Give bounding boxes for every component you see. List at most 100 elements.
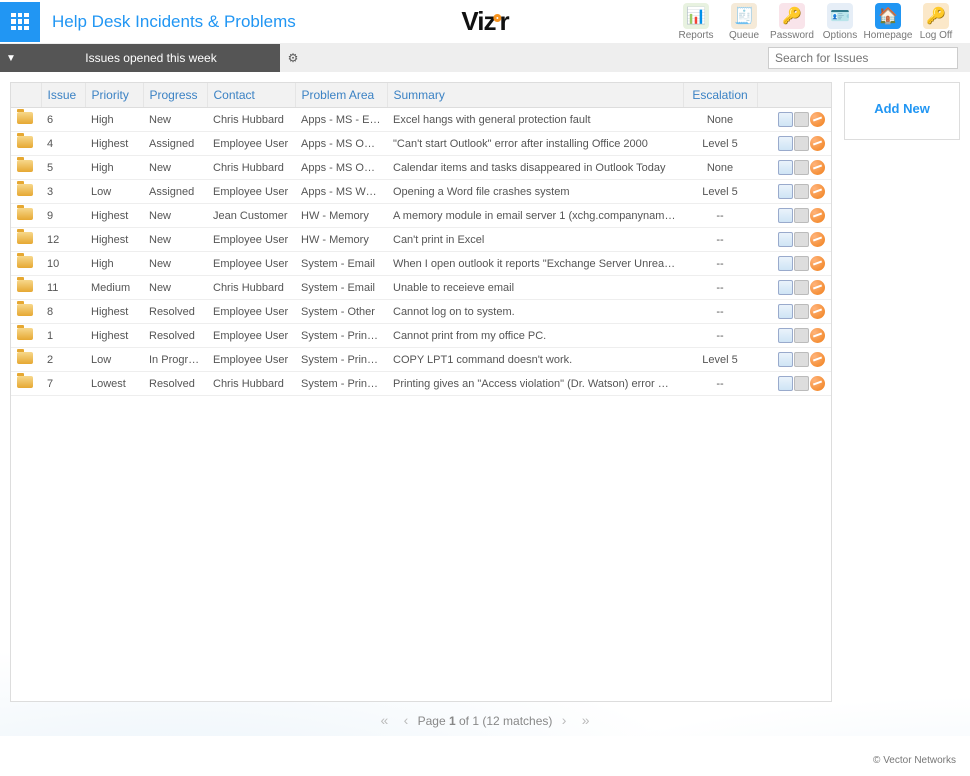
delete-icon[interactable]: [810, 304, 825, 319]
toolbar-homepage-button[interactable]: 🏠Homepage: [864, 1, 912, 43]
cell-area: HW - Memory: [295, 204, 387, 228]
cell-area: Apps - MS Outlook: [295, 132, 387, 156]
cell-progress: New: [143, 276, 207, 300]
cell-area: Apps - MS Outlook: [295, 156, 387, 180]
copy-icon[interactable]: [778, 160, 793, 175]
print-icon[interactable]: [794, 256, 809, 271]
toolbar-label: Queue: [729, 30, 759, 41]
gear-icon: ⚙: [288, 51, 299, 65]
cell-contact: Employee User: [207, 228, 295, 252]
table-row[interactable]: 4HighestAssignedEmployee UserApps - MS O…: [11, 132, 831, 156]
col-header[interactable]: Problem Area: [295, 83, 387, 108]
delete-icon[interactable]: [810, 112, 825, 127]
col-header[interactable]: Progress: [143, 83, 207, 108]
col-header[interactable]: Summary: [387, 83, 683, 108]
toolbar-options-button[interactable]: 🪪Options: [816, 1, 864, 43]
print-icon[interactable]: [794, 232, 809, 247]
issues-table-container: IssuePriorityProgressContactProblem Area…: [10, 82, 832, 702]
table-row[interactable]: 5HighNewChris HubbardApps - MS OutlookCa…: [11, 156, 831, 180]
print-icon[interactable]: [794, 280, 809, 295]
toolbar-reports-button[interactable]: 📊Reports: [672, 1, 720, 43]
filter-dropdown[interactable]: ▼ Issues opened this week: [0, 44, 280, 72]
toolbar-password-button[interactable]: 🔑Password: [768, 1, 816, 43]
print-icon[interactable]: [794, 304, 809, 319]
copy-icon[interactable]: [778, 256, 793, 271]
delete-icon[interactable]: [810, 160, 825, 175]
copy-icon[interactable]: [778, 352, 793, 367]
cell-escalation: None: [683, 156, 757, 180]
table-row[interactable]: 1HighestResolvedEmployee UserSystem - Pr…: [11, 324, 831, 348]
filter-bar: ▼ Issues opened this week ⚙: [0, 44, 970, 72]
cell-priority: Low: [85, 348, 143, 372]
col-header[interactable]: [11, 83, 41, 108]
cell-summary: Cannot print from my office PC.: [387, 324, 683, 348]
cell-contact: Chris Hubbard: [207, 108, 295, 132]
copy-icon[interactable]: [778, 112, 793, 127]
apps-menu-button[interactable]: [0, 2, 40, 42]
copy-icon[interactable]: [778, 280, 793, 295]
pager: « ‹ Page 1 of 1 (12 matches) › »: [0, 712, 970, 728]
cell-contact: Employee User: [207, 180, 295, 204]
cell-contact: Employee User: [207, 132, 295, 156]
delete-icon[interactable]: [810, 376, 825, 391]
cell-area: System - Printing: [295, 324, 387, 348]
toolbar-logoff-button[interactable]: 🔑Log Off: [912, 1, 960, 43]
print-icon[interactable]: [794, 136, 809, 151]
print-icon[interactable]: [794, 184, 809, 199]
col-header[interactable]: [757, 83, 831, 108]
pager-prev-button[interactable]: ‹: [398, 712, 415, 728]
cell-priority: High: [85, 252, 143, 276]
table-row[interactable]: 9HighestNewJean CustomerHW - MemoryA mem…: [11, 204, 831, 228]
col-header[interactable]: Escalation: [683, 83, 757, 108]
copy-icon[interactable]: [778, 232, 793, 247]
copy-icon[interactable]: [778, 136, 793, 151]
search-input[interactable]: [768, 47, 958, 69]
logoff-icon: 🔑: [923, 3, 949, 29]
toolbar-label: Reports: [678, 30, 713, 41]
cell-issue: 4: [41, 132, 85, 156]
table-row[interactable]: 11MediumNewChris HubbardSystem - EmailUn…: [11, 276, 831, 300]
table-row[interactable]: 8HighestResolvedEmployee UserSystem - Ot…: [11, 300, 831, 324]
filter-settings-button[interactable]: ⚙: [280, 44, 306, 72]
print-icon[interactable]: [794, 112, 809, 127]
delete-icon[interactable]: [810, 184, 825, 199]
copy-icon[interactable]: [778, 208, 793, 223]
col-header[interactable]: Contact: [207, 83, 295, 108]
add-new-button[interactable]: Add New: [849, 101, 955, 116]
cell-area: System - Printing: [295, 372, 387, 396]
cell-summary: Can't print in Excel: [387, 228, 683, 252]
delete-icon[interactable]: [810, 280, 825, 295]
print-icon[interactable]: [794, 376, 809, 391]
cell-issue: 12: [41, 228, 85, 252]
toolbar-queue-button[interactable]: 🧾Queue: [720, 1, 768, 43]
print-icon[interactable]: [794, 352, 809, 367]
copy-icon[interactable]: [778, 328, 793, 343]
pager-next-button[interactable]: ›: [556, 712, 573, 728]
pager-last-button[interactable]: »: [576, 712, 596, 728]
table-row[interactable]: 12HighestNewEmployee UserHW - MemoryCan'…: [11, 228, 831, 252]
table-row[interactable]: 3LowAssignedEmployee UserApps - MS WordO…: [11, 180, 831, 204]
cell-summary: Cannot log on to system.: [387, 300, 683, 324]
cell-progress: New: [143, 156, 207, 180]
print-icon[interactable]: [794, 328, 809, 343]
table-row[interactable]: 10HighNewEmployee UserSystem - EmailWhen…: [11, 252, 831, 276]
delete-icon[interactable]: [810, 352, 825, 367]
delete-icon[interactable]: [810, 328, 825, 343]
pager-first-button[interactable]: «: [374, 712, 394, 728]
col-header[interactable]: Issue: [41, 83, 85, 108]
copy-icon[interactable]: [778, 184, 793, 199]
table-row[interactable]: 6HighNewChris HubbardApps - MS - ExcelEx…: [11, 108, 831, 132]
col-header[interactable]: Priority: [85, 83, 143, 108]
delete-icon[interactable]: [810, 232, 825, 247]
cell-progress: Resolved: [143, 324, 207, 348]
copy-icon[interactable]: [778, 376, 793, 391]
delete-icon[interactable]: [810, 208, 825, 223]
table-row[interactable]: 7LowestResolvedChris HubbardSystem - Pri…: [11, 372, 831, 396]
delete-icon[interactable]: [810, 136, 825, 151]
print-icon[interactable]: [794, 208, 809, 223]
print-icon[interactable]: [794, 160, 809, 175]
delete-icon[interactable]: [810, 256, 825, 271]
table-row[interactable]: 2LowIn ProgressEmployee UserSystem - Pri…: [11, 348, 831, 372]
copy-icon[interactable]: [778, 304, 793, 319]
cell-progress: Resolved: [143, 372, 207, 396]
